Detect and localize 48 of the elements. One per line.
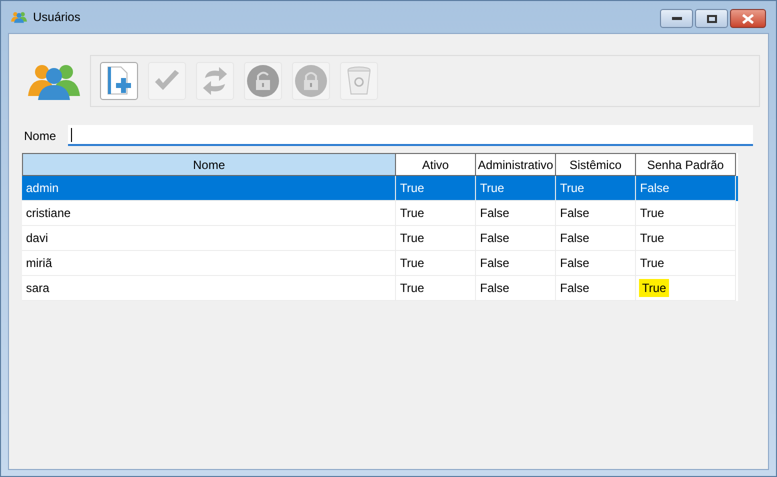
table-cell-text: True — [399, 205, 426, 222]
table-cell-text: sara — [25, 280, 50, 297]
window-title: Usuários — [33, 9, 80, 26]
column-header[interactable]: Senha Padrão — [636, 153, 736, 176]
table-cell-text: False — [559, 280, 590, 297]
refresh-icon — [201, 66, 229, 96]
table-cell-text: False — [559, 205, 590, 222]
table-cell-text: True — [639, 205, 666, 222]
table-cell-text: admin — [25, 180, 60, 197]
users-icon — [11, 11, 27, 23]
close-button[interactable] — [730, 9, 766, 28]
toolbar-button[interactable] — [100, 62, 138, 100]
table-cell-text: False — [479, 205, 510, 222]
table-cell-text: True — [399, 230, 426, 247]
lock-icon — [295, 65, 327, 97]
users-icon — [28, 62, 80, 100]
maximize-icon — [706, 14, 716, 22]
table-cell-text: cristiane — [25, 205, 72, 222]
minimize-icon — [672, 17, 682, 20]
table-cell-text: False — [559, 230, 590, 247]
table-cell-text: True — [639, 230, 666, 247]
table-cell-text: davi — [25, 230, 50, 247]
table-cell-text: False — [479, 255, 510, 272]
table-cell-text: False — [639, 180, 670, 197]
table-cell-text: True — [399, 280, 426, 297]
name-label: Nome — [24, 128, 56, 144]
column-header[interactable]: Administrativo — [476, 153, 556, 176]
column-header[interactable]: Ativo — [396, 153, 476, 176]
column-header[interactable]: Sistêmico — [556, 153, 636, 176]
minimize-button[interactable] — [660, 9, 693, 28]
new-document-icon — [106, 66, 132, 96]
table-cell-text: True — [399, 255, 426, 272]
table-cell-text: False — [559, 255, 590, 272]
maximize-button[interactable] — [695, 9, 728, 28]
close-icon — [742, 14, 754, 24]
table-cell-text: miriã — [25, 255, 53, 272]
text-caret-icon — [71, 128, 72, 142]
column-header[interactable]: Nome — [22, 153, 396, 176]
table-cell-text: False — [479, 280, 510, 297]
trash-icon — [347, 66, 371, 96]
unlock-icon — [247, 65, 279, 97]
table-cell-text: True — [639, 255, 666, 272]
table-cell-text: True — [399, 180, 426, 197]
table-cell: True — [639, 279, 670, 297]
name-input-field[interactable] — [68, 125, 754, 146]
table-cell-text: True — [479, 180, 506, 197]
table-cell-text: True — [559, 180, 586, 197]
table-cell-text: False — [479, 230, 510, 247]
